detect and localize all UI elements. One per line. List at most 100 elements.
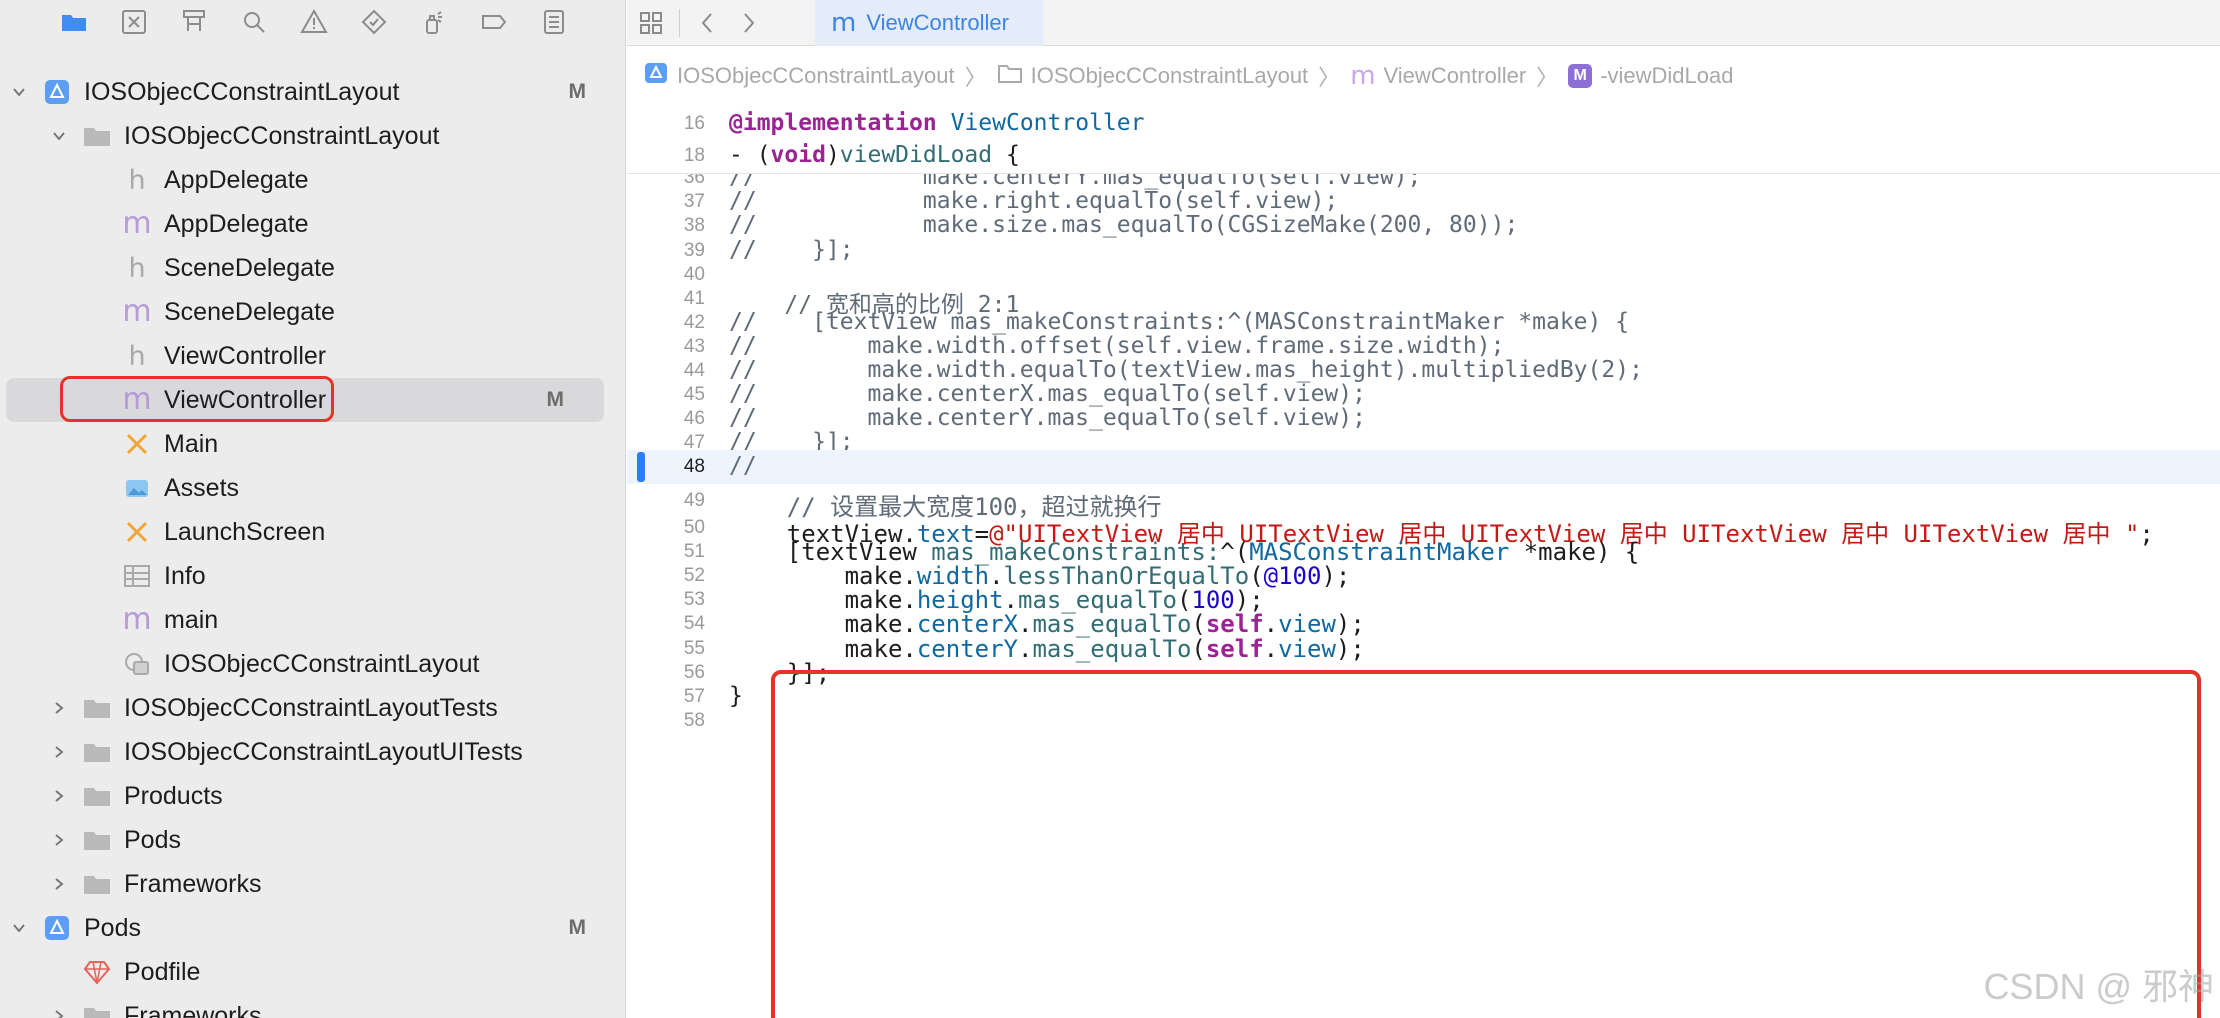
navigator-row-label: SceneDelegate xyxy=(164,253,335,282)
breadcrumb-project[interactable]: IOSObjecCConstraintLayout xyxy=(643,61,955,91)
line-number: 39 xyxy=(683,239,705,261)
navigator-row-appdelegate-m[interactable]: m AppDelegate xyxy=(0,202,625,246)
breakpoint-tag-icon[interactable] xyxy=(464,0,524,44)
watermark: CSDN @ 邪神 xyxy=(1983,966,2214,1007)
navigator-row-main-storyboard[interactable]: Main xyxy=(0,422,625,466)
folder-icon xyxy=(80,121,114,151)
navigator-row-label: Pods xyxy=(124,825,181,854)
navigator-row-info-plist[interactable]: Info xyxy=(0,554,625,598)
breadcrumb-folder[interactable]: IOSObjecCConstraintLayout xyxy=(997,61,1308,91)
breadcrumb-file[interactable]: m ViewController xyxy=(1350,61,1526,91)
current-line-highlight xyxy=(627,450,2220,485)
breadcrumb-method[interactable]: M -viewDidLoad xyxy=(1568,63,1733,89)
navigator-row-appdelegate-h[interactable]: h AppDelegate xyxy=(0,158,625,202)
navigator-row-viewcontroller-m[interactable]: m ViewController M xyxy=(6,378,604,422)
m-file-icon: m xyxy=(122,382,152,417)
chevron-down-icon[interactable] xyxy=(8,917,30,939)
header-file-icon: h xyxy=(128,164,146,196)
tab-label: ViewController xyxy=(866,10,1009,35)
header-file-icon: h xyxy=(128,252,146,284)
navigator-row-main-m[interactable]: m main xyxy=(0,598,625,642)
code-line: }]; xyxy=(729,658,831,687)
code-line: // make.centerY.mas_equalTo(self.view); xyxy=(729,405,1366,432)
chevron-right-icon[interactable] xyxy=(48,785,70,807)
code-area[interactable]: 16 @implementation ViewController 18 - (voi… xyxy=(627,104,2220,1018)
navigator-row-iosobjeccconstraintlayouttests-folder[interactable]: IOSObjecCConstraintLayoutTests xyxy=(0,686,625,730)
folder-icon xyxy=(80,869,114,899)
jump-bar-breadcrumb: IOSObjecCConstraintLayout 〉 IOSObjecCCon… xyxy=(627,56,2220,96)
code-line: // [textView mas_makeConstraints:^(MASCo… xyxy=(729,308,1630,335)
sticky-scope-header: 16 @implementation ViewController 18 - (voi… xyxy=(627,104,2220,174)
line-number: 57 xyxy=(683,686,705,707)
navigator-row-label: IOSObjecCConstraintLayoutTests xyxy=(124,693,498,722)
modified-badge: M xyxy=(546,388,565,411)
line-number: 51 xyxy=(683,540,705,562)
line-number: 37 xyxy=(683,191,705,213)
navigator-row-products-folder[interactable]: Products xyxy=(0,774,625,818)
navigator-row-iosobjeccconstraintlayout-folder[interactable]: IOSObjecCConstraintLayout xyxy=(0,114,625,158)
folder-icon xyxy=(80,737,114,767)
hierarchy-icon[interactable] xyxy=(164,0,224,44)
folder-icon[interactable] xyxy=(44,0,104,44)
line-number: 46 xyxy=(683,408,705,430)
navigator-row-label: Pods xyxy=(84,913,141,942)
code-line: // make.size.mas_equalTo(CGSizeMake(200,… xyxy=(729,212,1519,239)
navigator-row-label: Podfile xyxy=(124,957,201,986)
navigator-row-scenedelegate-h[interactable]: h SceneDelegate xyxy=(0,246,625,290)
chevron-down-icon[interactable] xyxy=(8,81,30,103)
test-diamond-icon[interactable] xyxy=(344,0,404,44)
debug-spray-icon[interactable] xyxy=(404,0,464,44)
m-file-icon: m xyxy=(1350,61,1376,91)
navigator-row-label: IOSObjecCConstraintLayoutUITests xyxy=(124,737,523,766)
chevron-right-icon[interactable] xyxy=(48,829,70,851)
project-icon xyxy=(40,77,74,107)
navigator-row-viewcontroller-h[interactable]: h ViewController xyxy=(0,334,625,378)
navigator-row-pods-folder[interactable]: Pods xyxy=(0,818,625,862)
tab-viewcontroller[interactable]: m ViewController xyxy=(815,0,1043,46)
navigator-row-podfile-podfile[interactable]: Podfile xyxy=(0,950,625,994)
navigator-row-frameworks-folder[interactable]: Frameworks xyxy=(0,994,625,1018)
navigator-row-label: SceneDelegate xyxy=(164,297,335,326)
navigator-row-iosobjeccconstraintlayoutuitests-folder[interactable]: IOSObjecCConstraintLayoutUITests xyxy=(0,730,625,774)
navigator-row-pods-project[interactable]: Pods M xyxy=(0,906,625,950)
warning-icon[interactable] xyxy=(284,0,344,44)
line-number: 42 xyxy=(683,311,705,333)
code-line: } xyxy=(729,683,743,709)
chevron-right-icon[interactable] xyxy=(48,697,70,719)
project-icon xyxy=(40,913,74,943)
navigator-row-label: Frameworks xyxy=(124,869,262,898)
line-number: 44 xyxy=(683,360,705,381)
header-file-icon: h xyxy=(128,340,146,372)
line-number: 41 xyxy=(683,287,705,309)
navigator-row-scenedelegate-m[interactable]: m SceneDelegate xyxy=(0,290,625,334)
line-number: 50 xyxy=(683,516,705,538)
entitlements-icon xyxy=(120,649,154,679)
navigator-row-label: IOSObjecCConstraintLayout xyxy=(164,649,480,678)
search-icon[interactable] xyxy=(224,0,284,44)
code-line: // make.centerX.mas_equalTo(self.view); xyxy=(729,381,1366,408)
chevron-right-icon[interactable] xyxy=(48,1005,70,1018)
navigator-row-label: AppDelegate xyxy=(164,209,309,238)
line-number: 58 xyxy=(683,710,705,732)
chevron-left-icon[interactable] xyxy=(688,0,728,46)
navigator-row-assets-assets[interactable]: Assets xyxy=(0,466,625,510)
chevron-right-icon[interactable] xyxy=(48,873,70,895)
chevron-right-icon[interactable] xyxy=(728,0,768,46)
navigator-row-label: Assets xyxy=(164,473,240,502)
modified-badge: M xyxy=(568,916,587,939)
report-list-icon[interactable] xyxy=(524,0,584,44)
navigator-row-iosobjeccconstraintlayout-project[interactable]: IOSObjecCConstraintLayout M xyxy=(0,70,625,114)
folder-icon xyxy=(80,1001,114,1018)
method-icon: M xyxy=(1568,64,1593,88)
source-control-icon[interactable] xyxy=(104,0,164,44)
navigator-row-frameworks-folder[interactable]: Frameworks xyxy=(0,862,625,906)
grid-icon[interactable] xyxy=(631,0,671,46)
tab-bar: m ViewController xyxy=(627,0,2220,46)
chevron-right-icon[interactable] xyxy=(48,741,70,763)
chevron-down-icon[interactable] xyxy=(48,125,70,147)
m-file-icon: m xyxy=(122,206,152,241)
navigator-row-launchscreen-storyboard[interactable]: LaunchScreen xyxy=(0,510,625,554)
navigator-row-iosobjeccconstraintlayout-entitlements[interactable]: IOSObjecCConstraintLayout xyxy=(0,642,625,686)
